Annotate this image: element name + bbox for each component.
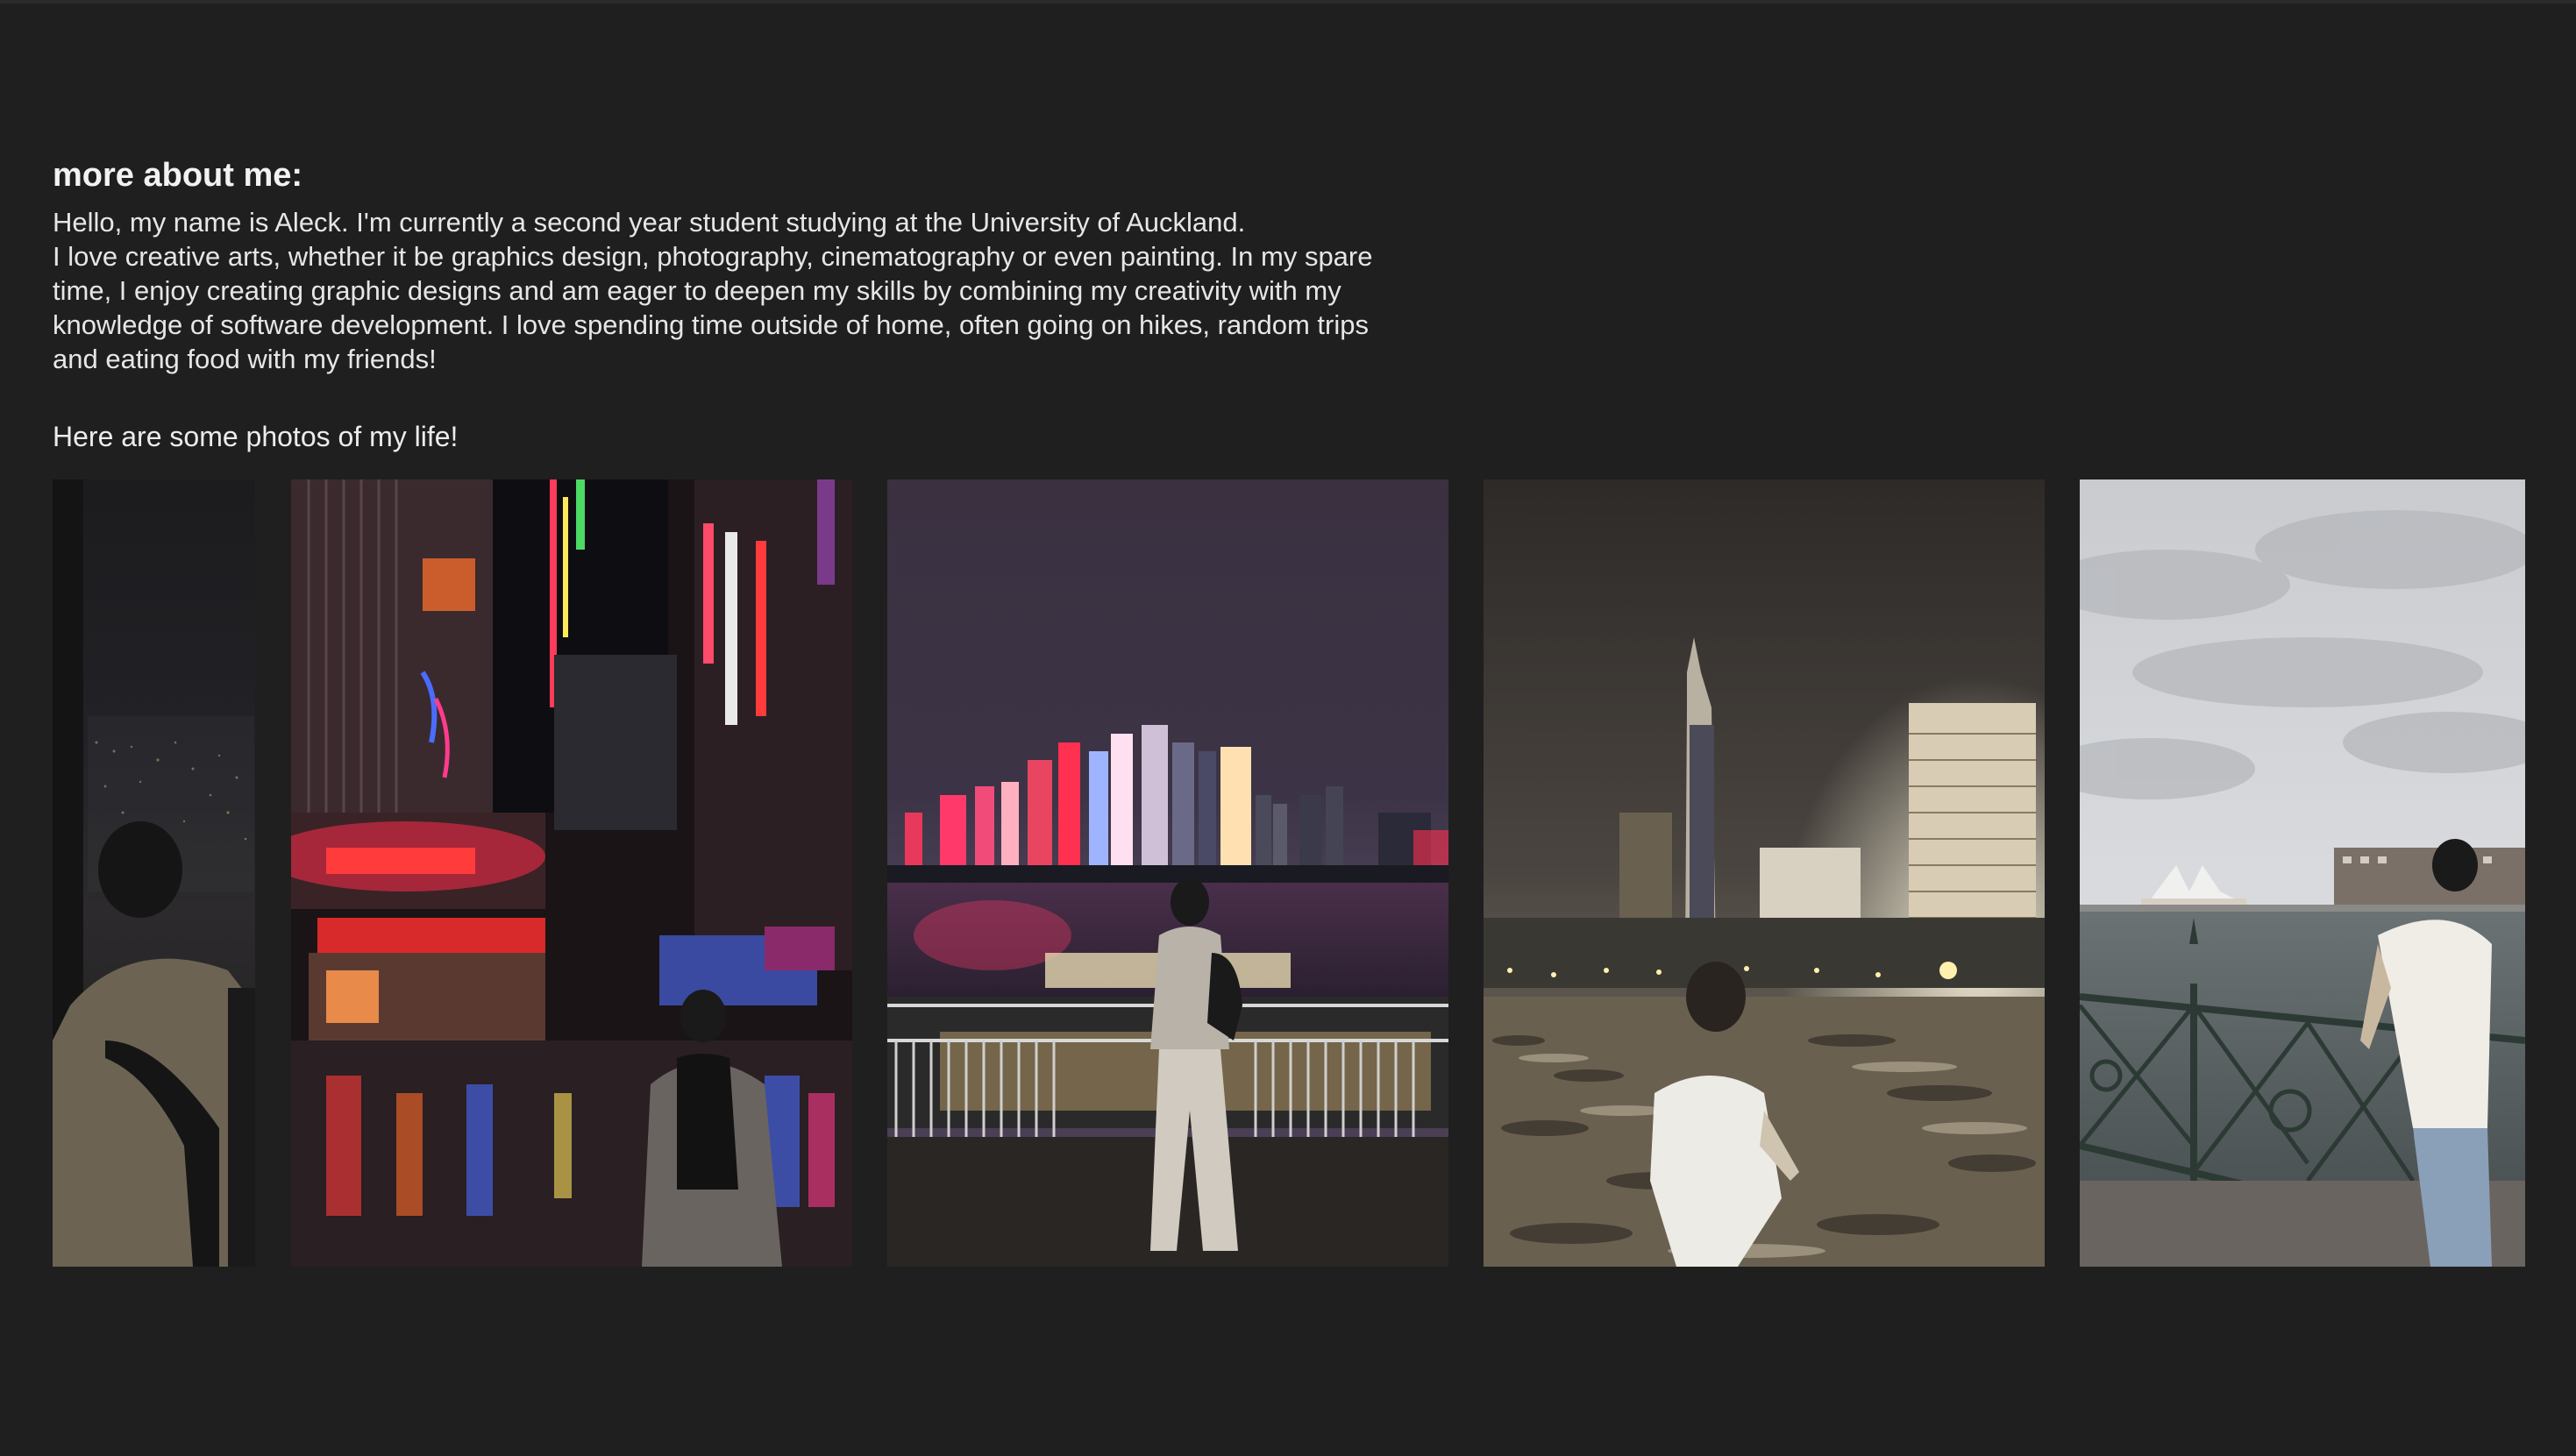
bio-line-interests: I love creative arts, whether it be grap…	[53, 241, 1373, 374]
top-edge	[0, 0, 2576, 4]
bio-line-intro: Hello, my name is Aleck. I'm currently a…	[53, 207, 1246, 238]
photo-harbour-opera-house	[2080, 479, 2525, 1267]
photo-beach-night-towers	[1484, 479, 2045, 1267]
section-heading: more about me:	[53, 157, 303, 194]
photo-river-skyline-night	[887, 479, 1448, 1267]
bio-text: Hello, my name is Aleck. I'm currently a…	[53, 205, 1420, 376]
photos-intro: Here are some photos of my life!	[53, 421, 459, 452]
photo-neon-street-rain	[291, 479, 852, 1267]
about-section: more about me: Hello, my name is Aleck. …	[53, 154, 1420, 376]
photo-city-night-window	[53, 479, 255, 1267]
